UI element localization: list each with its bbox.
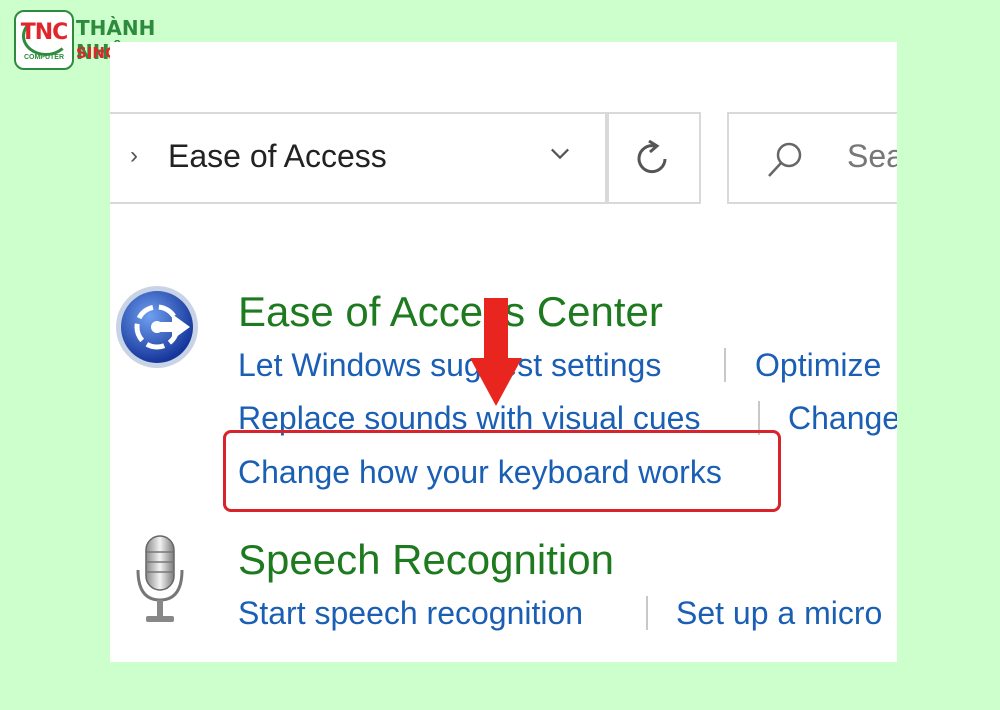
refresh-button[interactable]: [607, 112, 701, 204]
search-input[interactable]: Sea: [847, 138, 897, 175]
down-arrow-icon: [470, 298, 522, 406]
search-icon: [768, 142, 802, 177]
highlight-box: [223, 430, 781, 512]
logo-badge-sub: COMPUTER: [23, 54, 65, 61]
link-separator: [724, 348, 726, 382]
control-panel-window: › Ease of Access Sea Ease of Access Cent…: [110, 42, 897, 662]
microphone-icon: [136, 535, 184, 622]
link-start-speech-recognition[interactable]: Start speech recognition: [238, 595, 583, 632]
breadcrumb[interactable]: Ease of Access: [168, 138, 387, 175]
logo-badge-text: TNC: [20, 20, 69, 45]
link-optimize[interactable]: Optimize: [755, 347, 881, 384]
chevron-down-icon[interactable]: [550, 144, 570, 164]
link-set-up-a-microphone[interactable]: Set up a micro: [676, 595, 882, 632]
logo-badge: TNC COMPUTER: [14, 10, 74, 70]
address-bar[interactable]: › Ease of Access: [110, 112, 607, 204]
link-separator: [646, 596, 648, 630]
ease-of-access-icon: [116, 286, 198, 368]
category-title-speech-recognition[interactable]: Speech Recognition: [238, 536, 614, 584]
category-title-ease-of-access-center[interactable]: Ease of Access Center: [238, 288, 663, 336]
breadcrumb-chevron-icon: ›: [130, 142, 138, 169]
search-box[interactable]: Sea: [727, 112, 897, 204]
link-let-windows-suggest-settings[interactable]: Let Windows suggest settings: [238, 347, 661, 384]
link-change[interactable]: Change: [788, 400, 897, 437]
refresh-icon: [637, 139, 667, 174]
